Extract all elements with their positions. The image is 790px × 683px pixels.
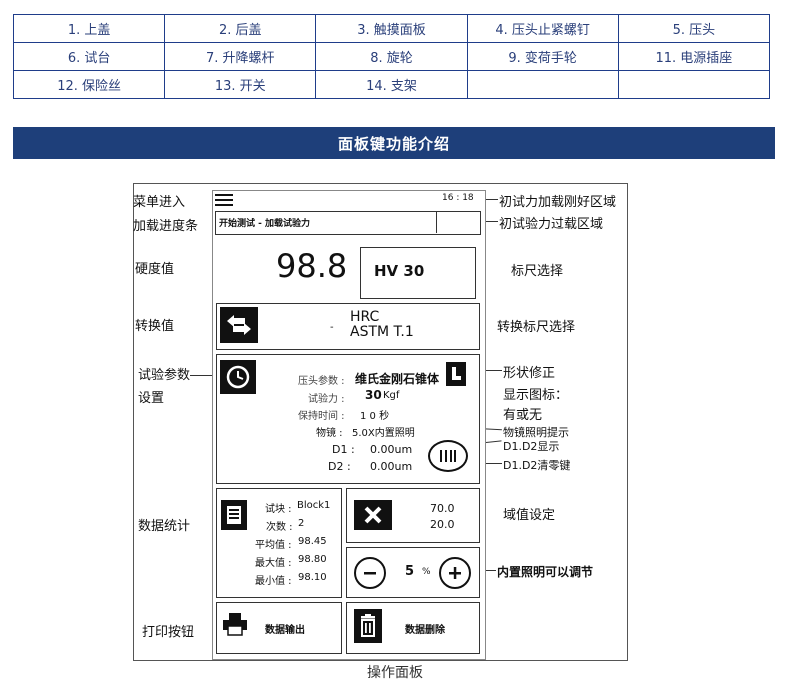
light-unit: %	[422, 567, 431, 577]
annotation-stats: 数据统计	[138, 519, 191, 534]
force-value: 30	[365, 388, 382, 402]
annotation-light-adjust: 内置照明可以调节	[497, 565, 594, 579]
status-text: 开始测试 - 加载试验力	[219, 219, 311, 229]
shape-icon[interactable]	[446, 362, 466, 386]
table-cell: 6. 试台	[12, 42, 166, 71]
lens-value: 5.0X内置照明	[352, 428, 415, 439]
minus-icon	[364, 572, 376, 575]
min-value: 98.10	[298, 572, 327, 583]
table-cell: 5. 压头	[617, 14, 771, 43]
table-cell: 12. 保险丝	[12, 70, 166, 99]
convert-dash: -	[330, 322, 334, 333]
table-cell	[466, 70, 619, 99]
print-label: 数据输出	[265, 625, 305, 636]
table-cell: 11. 电源插座	[617, 42, 771, 71]
trash-icon	[354, 609, 382, 643]
clear-bars-icon	[440, 450, 456, 462]
clock-icon[interactable]	[220, 360, 256, 394]
max-value: 98.80	[298, 554, 327, 565]
lens-label: 物镜 :	[316, 428, 343, 439]
annotation-convert-select: 转换标尺选择	[497, 320, 576, 335]
light-value: 5	[405, 564, 415, 579]
section-banner: 面板键功能介绍	[13, 127, 775, 159]
table-cell: 7. 升降螺杆	[164, 42, 317, 71]
table-cell: 14. 支架	[315, 70, 468, 99]
table-row: 6. 试台 7. 升降螺杆 8. 旋轮 9. 变荷手轮 11. 电源插座	[12, 42, 771, 71]
annotation-params-1: 试验参数	[138, 368, 191, 383]
table-row: 12. 保险丝 13. 开关 14. 支架	[12, 70, 771, 99]
annotation-preload-ok: 初试力加载刚好区域	[499, 195, 617, 210]
document-icon[interactable]	[221, 500, 247, 530]
table-cell: 4. 压头止紧螺钉	[466, 14, 619, 43]
threshold-lower: 20.0	[430, 518, 455, 531]
swap-icon[interactable]	[220, 307, 258, 343]
block-label: 试块 :	[265, 504, 292, 515]
annotation-print: 打印按钮	[142, 625, 195, 640]
close-icon[interactable]	[354, 500, 392, 530]
annotation-d1d2-clear: D1.D2清零键	[503, 459, 571, 472]
convert-scale: HRC	[350, 309, 380, 325]
annotation-yes-no: 有或无	[503, 408, 543, 423]
annotation-shape-fix: 形状修正	[503, 366, 556, 381]
annotation-threshold: 域值设定	[503, 508, 556, 523]
scale-label: HV 30	[374, 262, 425, 280]
hardness-value: 98.8	[276, 247, 348, 285]
table-cell: 8. 旋轮	[315, 42, 468, 71]
avg-value: 98.45	[298, 536, 327, 547]
delete-label: 数据删除	[405, 625, 445, 636]
annotation-params-2: 设置	[138, 391, 165, 406]
force-unit: Kgf	[383, 390, 400, 401]
table-cell: 13. 开关	[164, 70, 317, 99]
threshold-upper: 70.0	[430, 502, 455, 515]
table-row: 1. 上盖 2. 后盖 3. 触摸面板 4. 压头止紧螺钉 5. 压头	[12, 14, 771, 43]
decrease-button[interactable]	[354, 557, 386, 589]
plus-icon	[449, 567, 461, 579]
block-value: Block1	[297, 500, 331, 511]
d2-label: D2 :	[328, 460, 351, 473]
count-label: 次数 :	[266, 522, 293, 533]
d2-value: 0.00um	[370, 460, 413, 473]
count-value: 2	[298, 518, 305, 529]
annotation-hardness: 硬度值	[135, 262, 175, 277]
hold-value: 1 0 秒	[360, 411, 390, 422]
force-label: 试验力 :	[308, 394, 345, 405]
table-cell	[617, 70, 771, 99]
annotation-preload-over: 初试验力过载区域	[499, 217, 604, 232]
min-label: 最小值 :	[255, 576, 292, 587]
increase-button[interactable]	[439, 557, 471, 589]
table-cell: 1. 上盖	[12, 14, 166, 43]
convert-standard: ASTM T.1	[350, 324, 414, 340]
printer-icon	[221, 609, 249, 639]
d1d2-clear-button[interactable]	[428, 440, 468, 472]
menu-icon[interactable]	[215, 194, 233, 206]
avg-label: 平均值 :	[255, 540, 292, 551]
clock: 16 : 18	[442, 193, 474, 203]
d1-value: 0.00um	[370, 443, 413, 456]
annotation-scale-select: 标尺选择	[511, 264, 564, 279]
parts-table: 1. 上盖 2. 后盖 3. 触摸面板 4. 压头止紧螺钉 5. 压头 6. 试…	[12, 14, 771, 99]
indenter-value: 维氏金刚石锥体	[355, 372, 440, 386]
annotation-d1d2-show: D1.D2显示	[503, 440, 560, 453]
annotation-convert: 转换值	[135, 319, 175, 334]
max-label: 最大值 :	[255, 558, 292, 569]
annotation-menu: 菜单进入	[133, 195, 186, 210]
table-cell: 9. 变荷手轮	[466, 42, 619, 71]
annotation-show-icon: 显示图标：	[503, 388, 569, 403]
indenter-label: 压头参数 :	[298, 376, 345, 387]
d1-label: D1 :	[332, 443, 355, 456]
annotation-progress: 加载进度条	[133, 219, 199, 234]
table-cell: 3. 触摸面板	[315, 14, 468, 43]
diagram-caption: 操作面板	[367, 665, 423, 681]
table-cell: 2. 后盖	[164, 14, 317, 43]
hold-label: 保持时间 :	[298, 411, 345, 422]
progress-divider	[436, 211, 437, 233]
